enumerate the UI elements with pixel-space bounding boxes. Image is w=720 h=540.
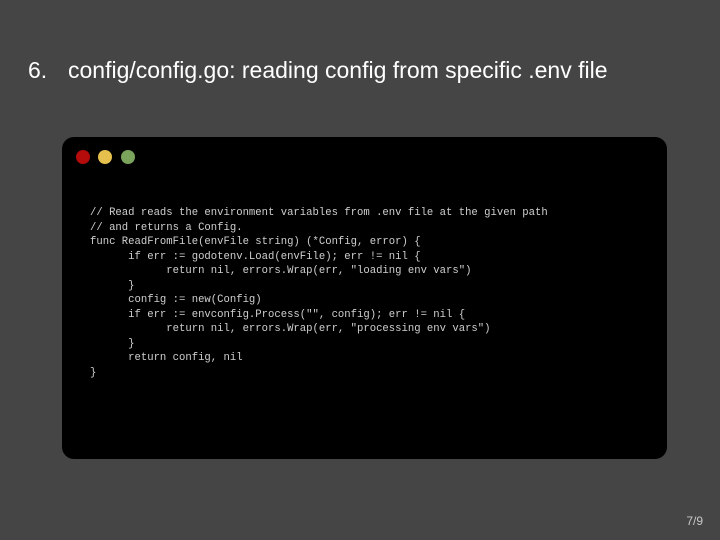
code-window: // Read reads the environment variables … (62, 137, 667, 459)
code-line: config := new(Config) (90, 294, 262, 306)
code-line: // and returns a Config. (90, 221, 243, 234)
code-line: return nil, errors.Wrap(err, "processing… (90, 323, 491, 335)
code-line: func ReadFromFile(envFile string) (*Conf… (90, 236, 421, 248)
code-line: return config, nil (90, 352, 243, 364)
code-line: // Read reads the environment variables … (90, 207, 548, 219)
code-line: if err := godotenv.Load(envFile); err !=… (90, 250, 421, 263)
code-line: } (90, 279, 135, 292)
code-line: } (90, 337, 135, 350)
code-block: // Read reads the environment variables … (90, 206, 548, 380)
slide-title-text: config/config.go: reading config from sp… (68, 57, 608, 83)
code-line: } (90, 366, 97, 379)
slide-title: 6. config/config.go: reading config from … (28, 56, 608, 84)
code-line: if err := envconfig.Process("", config);… (90, 308, 466, 321)
slide-title-number: 6. (28, 57, 48, 83)
minimize-dot-icon (98, 150, 112, 164)
close-dot-icon (76, 150, 90, 164)
code-line: return nil, errors.Wrap(err, "loading en… (90, 265, 472, 277)
maximize-dot-icon (121, 150, 135, 164)
page-number: 7/9 (686, 514, 703, 528)
